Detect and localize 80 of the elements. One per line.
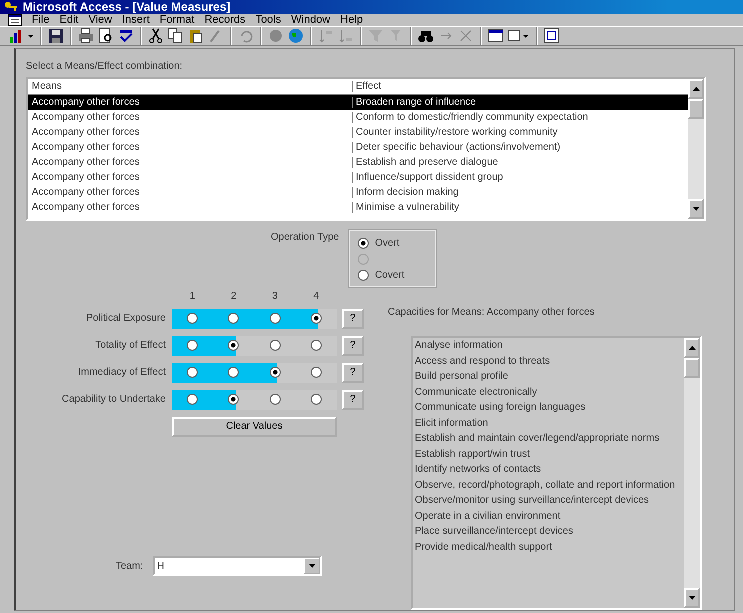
radio-button[interactable] [228,340,240,351]
database-window-icon[interactable] [488,28,504,44]
capacities-list[interactable] [411,336,702,610]
scale-number: 1 [188,290,196,302]
list-item[interactable]: Communicate using foreign languages [415,400,684,416]
radio-button[interactable] [358,270,370,281]
new-object-icon[interactable] [508,28,530,44]
scale-number: 4 [312,290,320,302]
radio-label: Overt [375,238,400,249]
scissors-icon[interactable] [148,28,164,44]
scale-number: 3 [271,290,279,302]
key-icon [4,0,18,14]
list-label: Capacities for Means: Accompany other forces [388,307,596,318]
rating-fill [172,336,236,356]
menu-item[interactable]: Insert [122,14,150,26]
list-item[interactable]: Analyse information [415,338,684,354]
menu-item[interactable]: Records [204,14,246,26]
scrollbar[interactable] [684,338,700,608]
scroll-down-arrow-icon[interactable] [688,596,696,600]
rating-label: Immediacy of Effect [77,367,167,378]
list-item[interactable]: Communicate electronically [415,384,684,400]
list-item[interactable]: Build personal profile [415,369,684,384]
radio-button[interactable] [358,238,370,249]
menu-item[interactable]: Help [340,14,364,26]
help-button[interactable]: ? [342,390,364,410]
list-item[interactable]: Elicit information [415,416,684,431]
radio-button[interactable] [270,394,281,405]
help-button[interactable]: ? [342,336,364,356]
column-header: Means [32,81,64,92]
copy-icon[interactable] [168,28,184,44]
help-button[interactable]: ? [342,362,364,382]
clipboard-icon[interactable] [188,28,204,44]
clear-values-button[interactable]: Clear Values [172,416,337,436]
team-dropdown[interactable]: H [153,556,322,576]
list-item[interactable]: Provide medical/health support [415,540,684,555]
scroll-up-arrow-icon[interactable] [688,346,696,350]
scale-number: 2 [230,290,238,302]
menu-item[interactable]: Format [160,14,195,26]
radio-button[interactable] [310,340,322,351]
scroll-thumb[interactable] [688,99,704,119]
radio-label: Covert [375,270,405,281]
radio-button[interactable] [270,340,281,351]
dropdown-arrow-icon[interactable] [308,564,316,568]
menu-item[interactable]: Tools [256,14,282,26]
menu-item[interactable]: File [32,14,50,26]
spelling-check-icon[interactable] [118,28,134,44]
binoculars-icon[interactable] [418,28,434,44]
list-item[interactable]: Establish rapport/win trust [415,446,684,462]
list-item[interactable]: Observe/monitor using surveillance/intercept devices [415,493,684,508]
menu-item[interactable]: Edit [60,14,79,26]
form-icon[interactable] [8,14,22,26]
list-label: Select a Means/Effect combination: [26,61,184,72]
list-item[interactable]: Observe, record/photograph, collate and report information [415,478,684,493]
scrollbar[interactable] [688,79,704,219]
scroll-down-arrow-icon[interactable] [692,207,700,211]
scroll-up-arrow-icon[interactable] [692,87,700,91]
scroll-thumb[interactable] [684,358,700,378]
list-item[interactable]: Access and respond to threats [415,354,684,369]
window-title: Microsoft Access - [Value Measures] [23,0,231,14]
menu-item[interactable]: View [88,14,112,26]
radio-button[interactable] [228,394,240,405]
list-item[interactable]: Place surveillance/intercept devices [415,524,684,540]
rating-fill [172,390,236,410]
list-row[interactable]: Accompany other forces Broaden range of influence [28,95,688,110]
page-magnifier-icon[interactable] [98,28,114,44]
rating-label: Capability to Undertake [61,394,167,405]
means-effect-list[interactable] [26,77,706,221]
radio-button[interactable] [310,367,322,378]
field-label: Team: [116,560,144,572]
chart-icon[interactable] [8,28,24,44]
printer-icon[interactable] [78,28,94,44]
list-item[interactable]: Establish and maintain cover/legend/appropriate norms [415,431,684,446]
list-item[interactable]: Identify networks of contacts [415,462,684,478]
field-label: Operation Type [271,232,340,243]
rating-label: Political Exposure [86,313,167,324]
radio-button[interactable] [310,394,322,405]
menu-item[interactable]: Window [291,14,330,26]
rating-label: Totality of Effect [94,340,167,351]
list-item[interactable]: Operate in a civilian environment [415,508,684,524]
help-button[interactable]: ? [342,308,364,328]
